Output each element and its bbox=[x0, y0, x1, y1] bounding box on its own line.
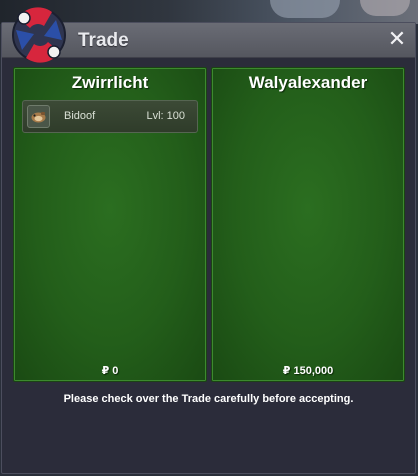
pokeball-trade-icon bbox=[12, 7, 66, 63]
money-offer: ₽ 150,000 bbox=[282, 365, 334, 377]
money-offer: ₽ 0 bbox=[101, 365, 119, 377]
player-name: Zwirrlicht bbox=[71, 73, 149, 92]
close-button[interactable]: ✕ bbox=[385, 27, 409, 51]
partner-name: Walyalexander bbox=[248, 73, 368, 92]
background-sprite bbox=[360, 0, 410, 16]
window-title: Trade bbox=[78, 30, 129, 51]
trade-window: Trade ✕ Zwirrlicht Bidoof Lvl: 100 ₽ 0 W… bbox=[1, 22, 416, 474]
pokemon-name: Bidoof bbox=[64, 110, 96, 122]
partner-offer-panel: Walyalexander ₽ 150,000 bbox=[211, 67, 405, 382]
trade-notice: Please check over the Trade carefully be… bbox=[63, 393, 354, 405]
pokemon-slot[interactable]: Bidoof Lvl: 100 bbox=[22, 100, 198, 133]
pokemon-level: Lvl: 100 bbox=[146, 110, 185, 122]
background-sprite bbox=[270, 0, 340, 18]
bidoof-icon bbox=[27, 105, 50, 128]
my-offer-panel: Zwirrlicht Bidoof Lvl: 100 ₽ 0 bbox=[13, 67, 207, 382]
